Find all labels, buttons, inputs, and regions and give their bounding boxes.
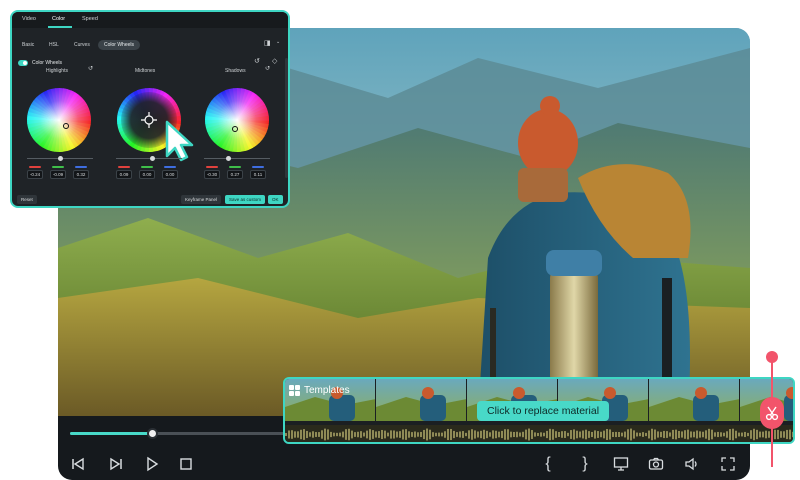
progress-fill — [70, 432, 152, 435]
snapshot-icon[interactable] — [646, 454, 666, 474]
editor-stage: { } Video Color Speed Basic HSL Curves C… — [0, 0, 800, 480]
wheel-shadows[interactable] — [205, 88, 269, 152]
play-icon[interactable] — [142, 454, 162, 474]
shadows-green-value[interactable]: 0.27 — [227, 170, 243, 179]
midtones-red-value[interactable]: 0.09 — [116, 170, 132, 179]
wheel-highlights[interactable] — [27, 88, 91, 152]
sub-tab-bar: Basic HSL Curves Color Wheels ◨ ⌄ — [12, 38, 288, 52]
mark-in-icon[interactable]: { — [538, 454, 558, 474]
midtones-blue-value[interactable]: 0.00 — [162, 170, 178, 179]
audio-waveform — [285, 425, 793, 442]
display-icon[interactable] — [611, 454, 631, 474]
subtab-color-wheels[interactable]: Color Wheels — [98, 40, 141, 50]
replace-material-button[interactable]: Click to replace material — [477, 401, 610, 421]
next-frame-icon[interactable] — [106, 454, 126, 474]
chevron-down-icon[interactable]: ⌄ — [276, 39, 280, 45]
save-as-custom-button[interactable]: Save as custom — [225, 195, 266, 204]
fullscreen-icon[interactable] — [718, 454, 738, 474]
subtab-basic[interactable]: Basic — [16, 40, 40, 50]
reset-icon[interactable]: ↺ — [265, 65, 270, 72]
panel-scrollbar[interactable] — [285, 58, 288, 178]
shadows-red-value[interactable]: -0.30 — [204, 170, 220, 179]
tab-video[interactable]: Video — [22, 16, 36, 22]
keyframe-icon[interactable]: ◇ — [272, 57, 277, 65]
templates-title: Templates — [304, 385, 350, 396]
tab-color[interactable]: Color — [52, 16, 65, 22]
color-wheels-toggle[interactable] — [18, 60, 28, 66]
tab-speed[interactable]: Speed — [82, 16, 98, 22]
subtab-hsl[interactable]: HSL — [43, 40, 65, 50]
keyframe-panel-button[interactable]: Keyframe Panel — [181, 195, 222, 204]
reset-button[interactable]: Reset — [17, 195, 37, 204]
top-tab-bar: Video Color Speed — [12, 12, 288, 28]
volume-icon[interactable] — [682, 454, 702, 474]
color-panel: Video Color Speed Basic HSL Curves Color… — [10, 10, 290, 208]
templates-strip[interactable]: Templates Click to replace material — [283, 377, 795, 444]
green-channel-marker — [141, 166, 153, 168]
highlights-green-value[interactable]: -0.09 — [50, 170, 66, 179]
progress-track[interactable] — [70, 432, 285, 435]
active-tab-indicator — [48, 26, 72, 28]
midtones-green-value[interactable]: 0.00 — [139, 170, 155, 179]
reset-icon[interactable]: ↺ — [88, 65, 93, 72]
blue-channel-marker — [252, 166, 264, 168]
prev-frame-icon[interactable] — [68, 454, 88, 474]
red-channel-marker — [118, 166, 130, 168]
blue-channel-marker — [164, 166, 176, 168]
stop-icon[interactable] — [176, 454, 196, 474]
red-channel-marker — [206, 166, 218, 168]
highlights-red-value[interactable]: -0.24 — [27, 170, 43, 179]
midtones-slider[interactable] — [116, 156, 182, 161]
scissors-icon[interactable] — [760, 397, 784, 429]
subtab-curves[interactable]: Curves — [68, 40, 96, 50]
highlights-blue-value[interactable]: 0.32 — [73, 170, 89, 179]
progress-knob[interactable] — [146, 428, 158, 439]
blue-channel-marker — [75, 166, 87, 168]
compare-icon[interactable]: ◨ — [264, 39, 271, 47]
green-channel-marker — [52, 166, 64, 168]
templates-grid-icon — [289, 385, 300, 396]
section-title: Color Wheels — [32, 60, 63, 66]
reset-icon[interactable]: ↺ — [254, 57, 260, 65]
playhead-top[interactable] — [766, 351, 778, 363]
shadows-slider[interactable] — [204, 156, 270, 161]
green-channel-marker — [229, 166, 241, 168]
templates-header: Templates — [289, 385, 350, 396]
shadows-blue-value[interactable]: 0.11 — [250, 170, 266, 179]
mark-out-icon[interactable]: } — [575, 454, 595, 474]
ok-button[interactable]: OK — [268, 195, 283, 204]
red-channel-marker — [29, 166, 41, 168]
highlights-slider[interactable] — [27, 156, 93, 161]
